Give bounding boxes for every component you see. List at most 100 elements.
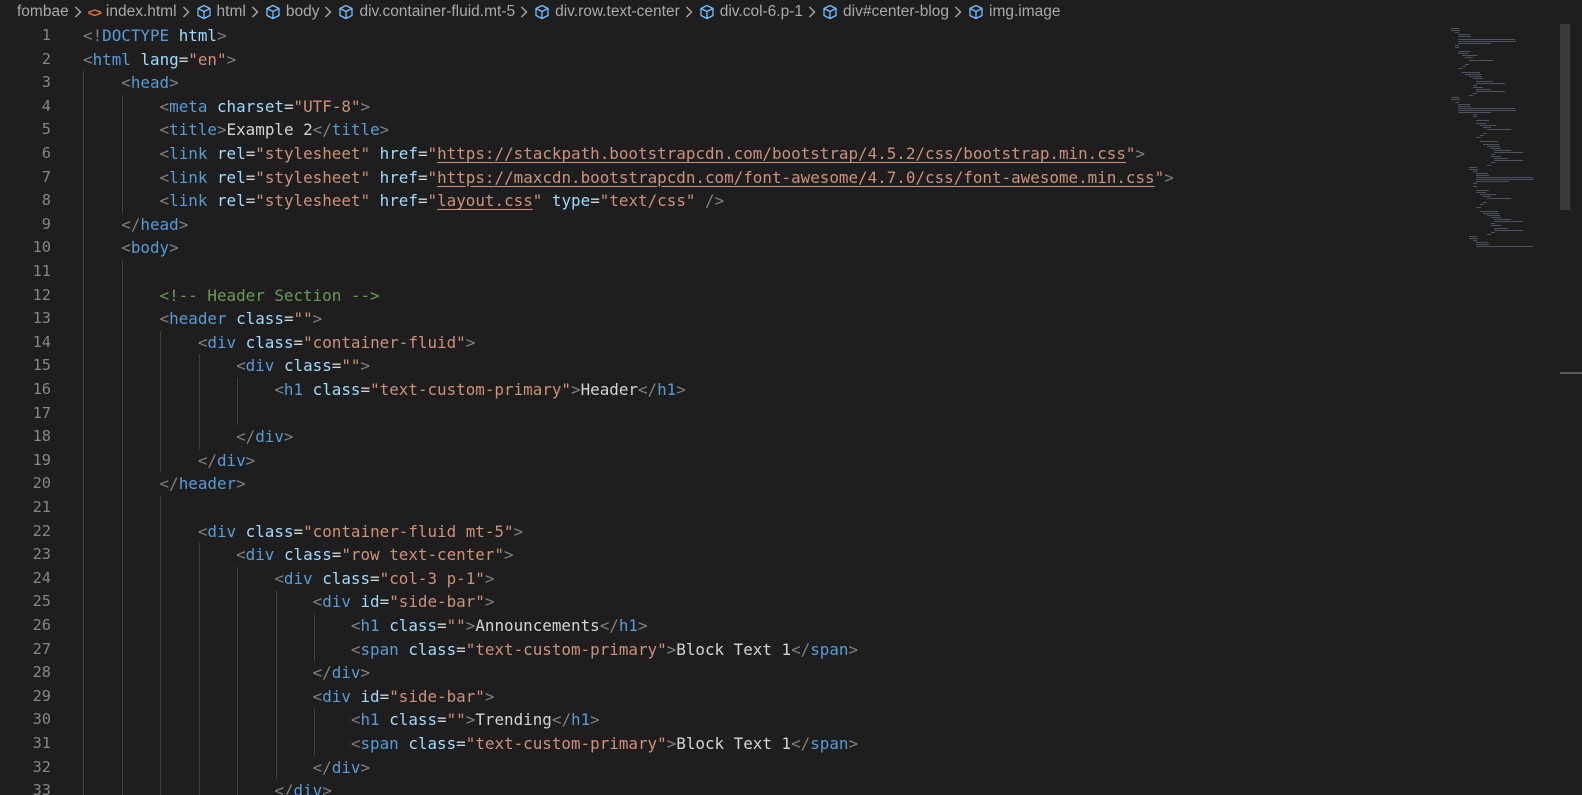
symbol-element-icon (699, 4, 715, 20)
chevron-right-icon (808, 6, 816, 18)
code-token: "stylesheet" (255, 191, 371, 211)
minimap-line (1458, 103, 1471, 105)
code-token: div (245, 356, 275, 376)
code-token: = (293, 521, 304, 541)
code-token: > (484, 592, 495, 612)
line-number: 9 (41, 214, 51, 233)
html-file-icon: <> (87, 4, 102, 20)
code-token: > (590, 710, 600, 730)
breadcrumb-item[interactable]: img.image (968, 3, 1061, 21)
code-token: > (570, 380, 581, 399)
code-text: <div id="side-bar"> (83, 590, 495, 614)
line-number: 13 (32, 309, 51, 328)
code-token: <! (83, 26, 103, 45)
minimap-line (1469, 166, 1478, 168)
code-token: </ (791, 734, 811, 753)
code-token: https://maxcdn.bootstrapcdn.com/font-awe… (437, 167, 1155, 187)
code-token: = (331, 356, 342, 376)
code-token: head (130, 73, 170, 93)
code-token: < (83, 49, 93, 69)
code-token: h1 (283, 380, 304, 399)
code-token: class (408, 639, 457, 659)
code-text: <html lang="en"> (83, 48, 236, 72)
minimap-line (1487, 128, 1511, 130)
code-token: "" (341, 356, 361, 376)
code-token: = (456, 639, 466, 659)
minimap-line (1465, 57, 1474, 59)
breadcrumb-item[interactable]: div.row.text-center (534, 3, 680, 21)
code-token: > (504, 545, 514, 565)
code-token: = (590, 191, 600, 211)
breadcrumb-item[interactable]: div.container-fluid.mt-5 (338, 3, 515, 21)
breadcrumb-item[interactable]: fombae (17, 3, 69, 21)
code-token: > (666, 734, 677, 753)
code-token: lang (140, 49, 179, 69)
minimap-line (1469, 76, 1482, 78)
code-token: body (130, 238, 170, 258)
line-number: 32 (32, 757, 51, 776)
symbol-element-icon (822, 4, 838, 20)
line-number: 6 (41, 144, 51, 162)
line-number: 5 (41, 120, 51, 139)
minimap-line (1476, 172, 1489, 174)
breadcrumb-item[interactable]: div.col-6.p-1 (699, 3, 803, 21)
code-token: "en" (188, 49, 227, 69)
minimap-line (1454, 46, 1459, 48)
minimap-line (1476, 244, 1490, 246)
indent-guide (83, 71, 84, 795)
code-token: < (312, 592, 323, 612)
code-token: Trending (475, 710, 552, 730)
symbol-element-icon (196, 4, 212, 20)
code-token: div (255, 427, 284, 447)
code-token: = (360, 380, 371, 399)
minimap-line (1476, 177, 1533, 179)
minimap-line (1487, 145, 1500, 147)
breadcrumb-item[interactable]: <> index.html (88, 3, 177, 21)
indent-guide (122, 94, 123, 213)
code-token: https://stackpath.bootstrapcdn.com/boots… (437, 144, 1126, 163)
minimap-line (1469, 59, 1493, 61)
minimap-line (1476, 181, 1509, 183)
minimap-line (1487, 214, 1500, 216)
breadcrumb-item[interactable]: div#center-blog (822, 3, 949, 21)
minimap-line (1458, 51, 1471, 53)
code-token: " (427, 144, 438, 163)
breadcrumb-label: div.row.text-center (555, 3, 680, 20)
code-token: div (216, 450, 246, 470)
minimap-line (1476, 242, 1489, 244)
breadcrumb-item[interactable]: html (196, 3, 246, 21)
code-text: </header> (83, 472, 246, 496)
minimap-line (1483, 133, 1488, 134)
breadcrumb-item[interactable]: body (265, 3, 319, 21)
scrollbar-thumb[interactable] (1560, 24, 1570, 210)
line-number: 29 (32, 686, 51, 705)
minimap-line (1465, 63, 1470, 65)
code-editor[interactable]: 1 <!DOCTYPE html> 2 <html lang="en"> 3 <head… (0, 24, 1445, 795)
code-token: span (810, 639, 849, 659)
code-token: "text-custom-primary" (370, 380, 571, 399)
code-token: = (245, 191, 256, 211)
minimap-line (1483, 126, 1492, 128)
code-token: > (360, 757, 371, 777)
minimap-line (1469, 238, 1478, 239)
code-token: class (245, 332, 294, 352)
code-token: meta (169, 96, 208, 116)
minimap[interactable] (1445, 24, 1565, 254)
minimap-line (1490, 231, 1495, 233)
code-token: div (293, 781, 323, 795)
code-token: "container-fluid" (303, 332, 466, 352)
minimap-line (1458, 67, 1464, 69)
chevron-right-icon (74, 6, 82, 18)
code-token: " (427, 167, 438, 187)
code-token: > (169, 73, 179, 93)
code-text: </div> (83, 779, 331, 795)
minimap-line (1476, 80, 1494, 82)
